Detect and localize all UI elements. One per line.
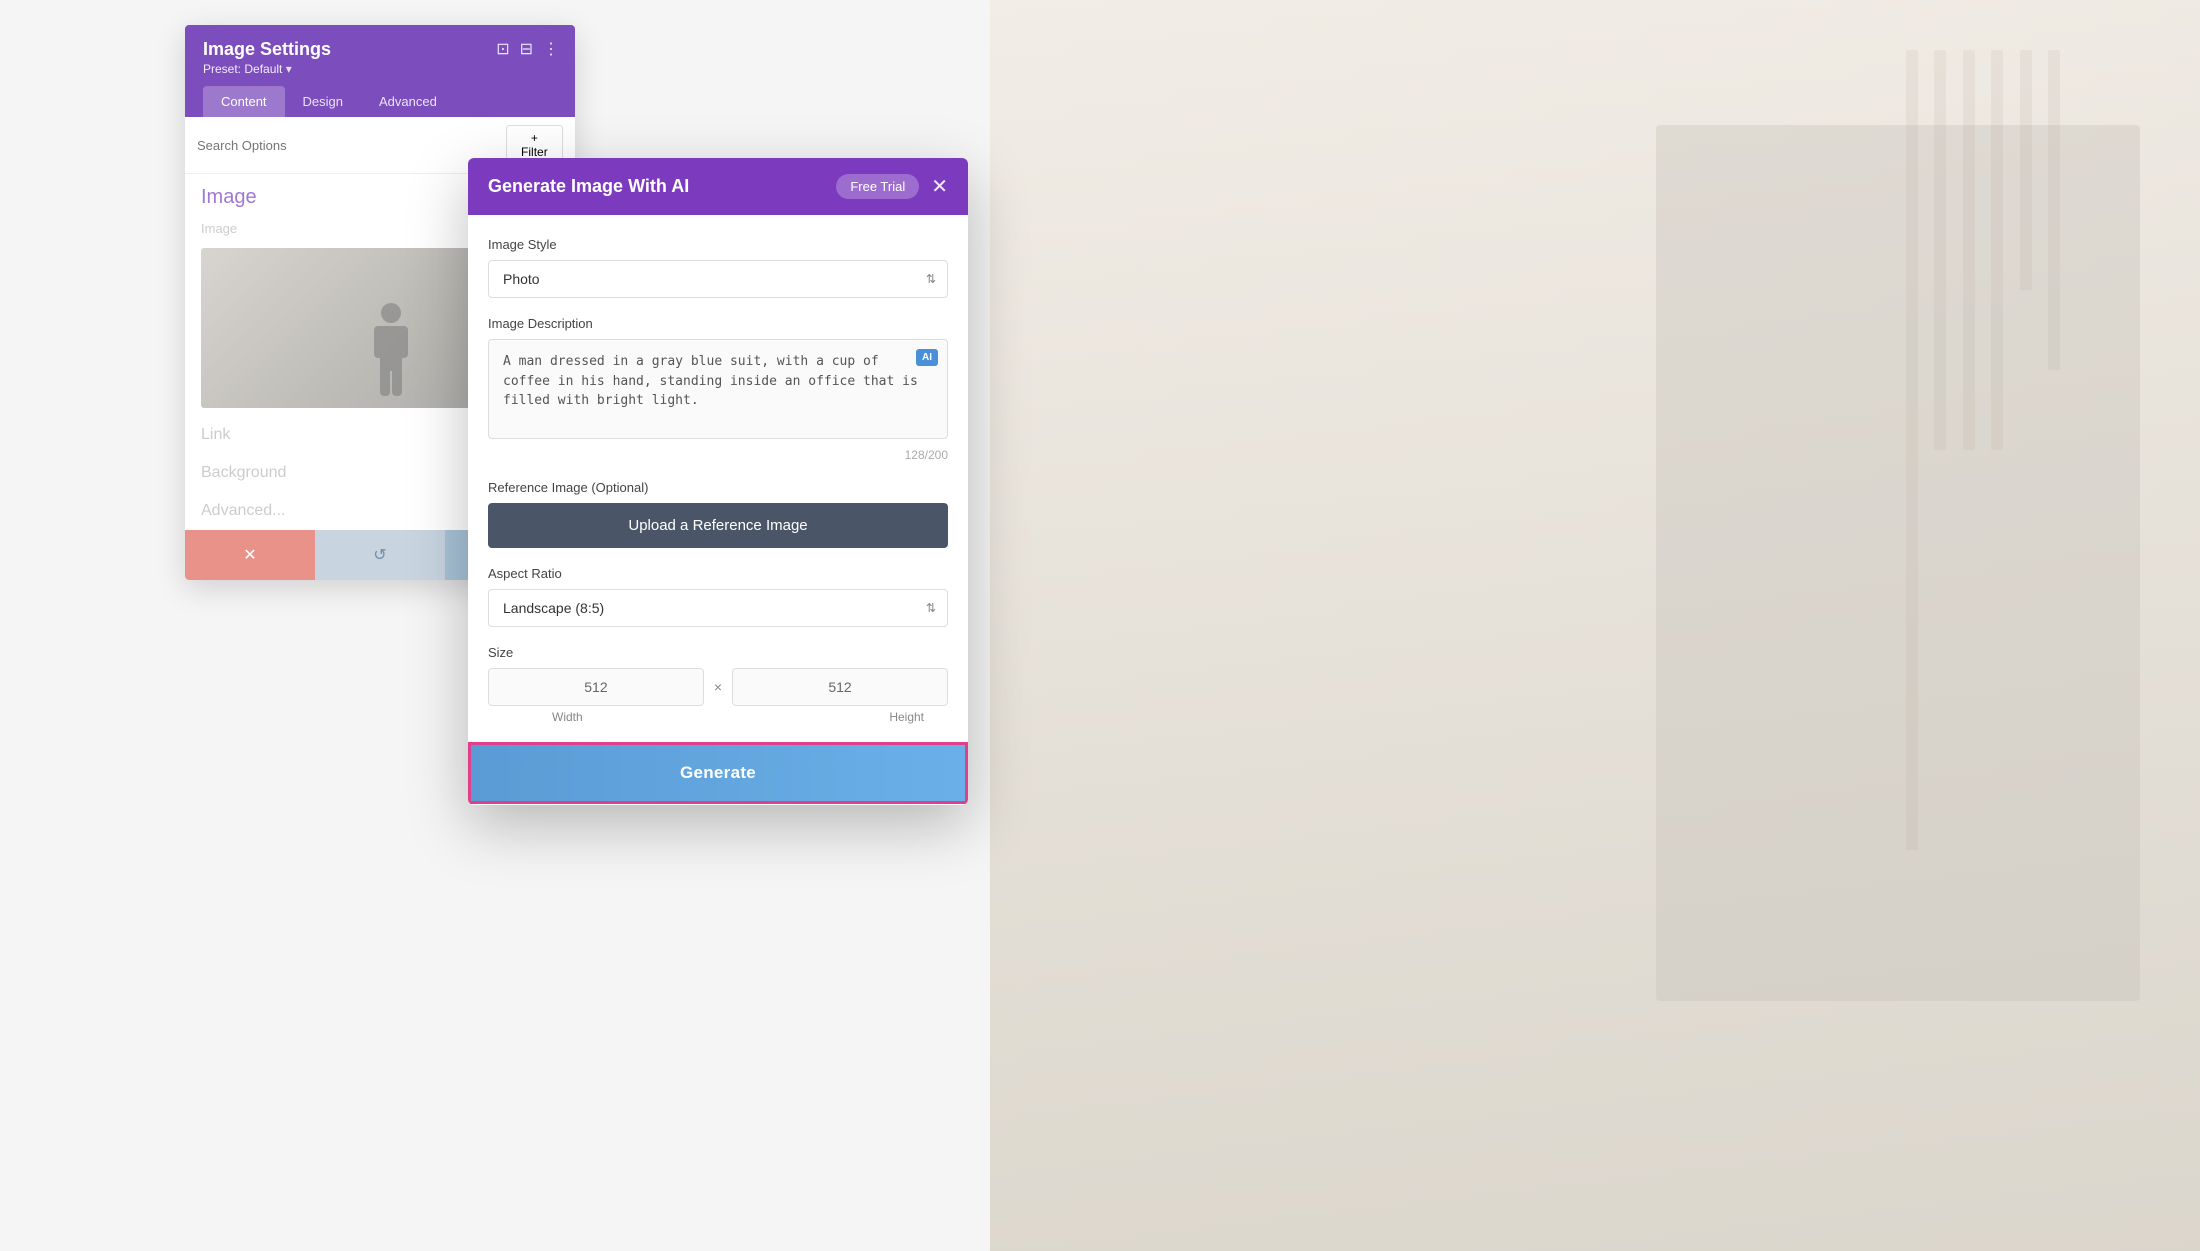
modal-title: Generate Image With AI [488,176,689,197]
size-row: × [488,668,948,706]
panel-preset[interactable]: Preset: Default ▾ [203,62,557,76]
width-label: Width [552,710,583,724]
size-label: Size [488,645,948,660]
reference-image-label: Reference Image (Optional) [488,480,948,495]
close-toolbar-button[interactable]: ✕ [185,530,315,580]
image-description-textarea[interactable]: A man dressed in a gray blue suit, with … [488,339,948,439]
generate-image-modal: Generate Image With AI Free Trial ✕ Imag… [468,158,968,805]
aspect-ratio-select[interactable]: Landscape (8:5) Portrait (5:8) Square (1… [488,589,948,627]
close-toolbar-icon: ✕ [243,545,256,565]
tab-design[interactable]: Design [285,86,361,117]
generate-button[interactable]: Generate [468,742,968,804]
height-input[interactable] [732,668,948,706]
textarea-wrapper: A man dressed in a gray blue suit, with … [488,339,948,444]
image-description-label: Image Description [488,316,948,331]
modal-close-button[interactable]: ✕ [931,177,948,197]
interior-background [990,0,2200,1251]
aspect-ratio-label: Aspect Ratio [488,566,948,581]
image-style-label: Image Style [488,237,948,252]
modal-header-right: Free Trial ✕ [836,174,948,199]
more-icon[interactable]: ⋮ [543,39,559,59]
aspect-ratio-group: Aspect Ratio Landscape (8:5) Portrait (5… [488,566,948,627]
char-count: 128/200 [488,448,948,462]
panel-header: ⊡ ⊟ ⋮ Image Settings Preset: Default ▾ C… [185,25,575,117]
image-style-select[interactable]: Photo Illustration Digital Art Oil Paint… [488,260,948,298]
undo-icon: ↺ [373,545,386,565]
modal-header: Generate Image With AI Free Trial ✕ [468,158,968,215]
split-icon[interactable]: ⊟ [520,39,533,59]
size-separator: × [714,679,722,695]
undo-button[interactable]: ↺ [315,530,445,580]
modal-body: Image Style Photo Illustration Digital A… [468,215,968,805]
free-trial-badge: Free Trial [836,174,919,199]
aspect-ratio-select-wrapper: Landscape (8:5) Portrait (5:8) Square (1… [488,589,948,627]
background-image-area [990,0,2200,1251]
tab-content[interactable]: Content [203,86,285,117]
resize-icon[interactable]: ⊡ [496,39,509,59]
image-description-group: Image Description A man dressed in a gra… [488,316,948,462]
height-label: Height [889,710,924,724]
size-labels: Width Height [488,710,948,724]
panel-header-icons: ⊡ ⊟ ⋮ [496,39,559,59]
panel-tabs: Content Design Advanced [203,86,557,117]
tab-advanced[interactable]: Advanced [361,86,455,117]
upload-reference-button[interactable]: Upload a Reference Image [488,503,948,548]
size-group: Size × Width Height [488,645,948,724]
image-style-select-wrapper: Photo Illustration Digital Art Oil Paint… [488,260,948,298]
reference-image-group: Reference Image (Optional) Upload a Refe… [488,480,948,548]
search-input[interactable] [197,138,506,153]
person-silhouette [366,298,416,398]
ai-badge: AI [916,349,938,366]
column-decoration [1900,50,2080,450]
width-input[interactable] [488,668,704,706]
image-style-group: Image Style Photo Illustration Digital A… [488,237,948,298]
